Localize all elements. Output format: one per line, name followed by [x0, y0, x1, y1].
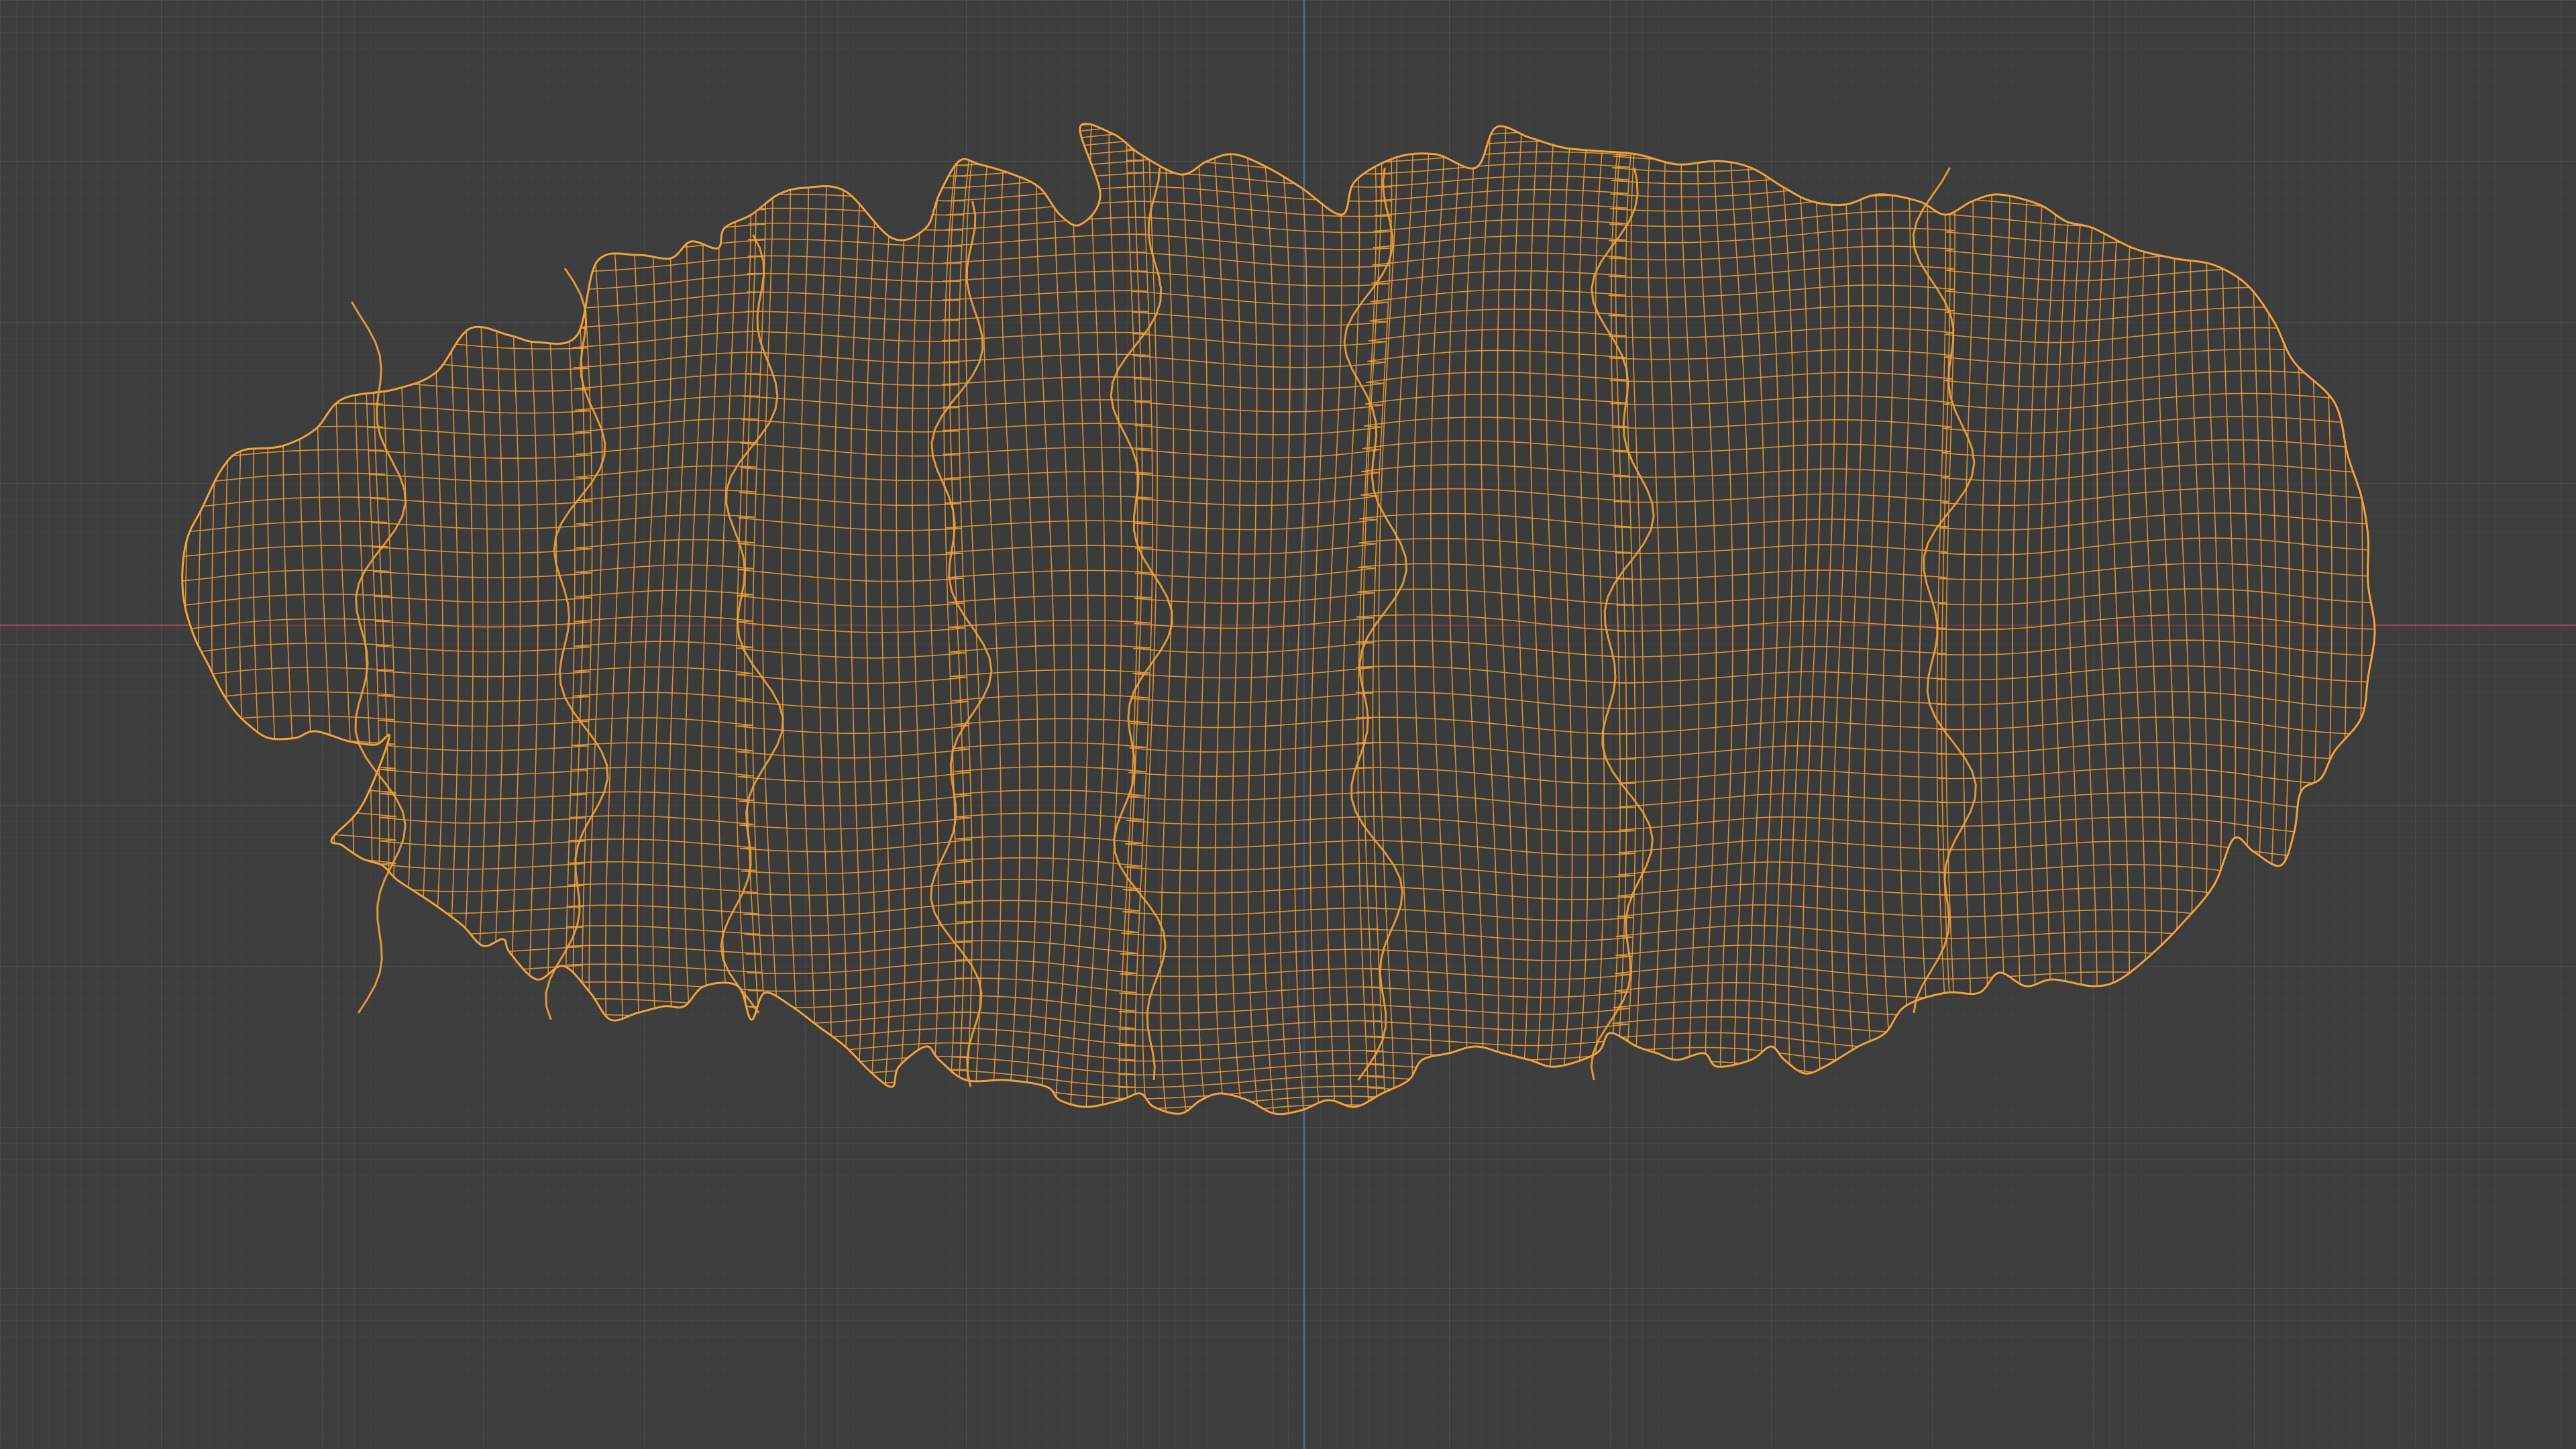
- 3d-viewport[interactable]: [0, 0, 2576, 1449]
- viewport-canvas[interactable]: [0, 0, 2576, 1449]
